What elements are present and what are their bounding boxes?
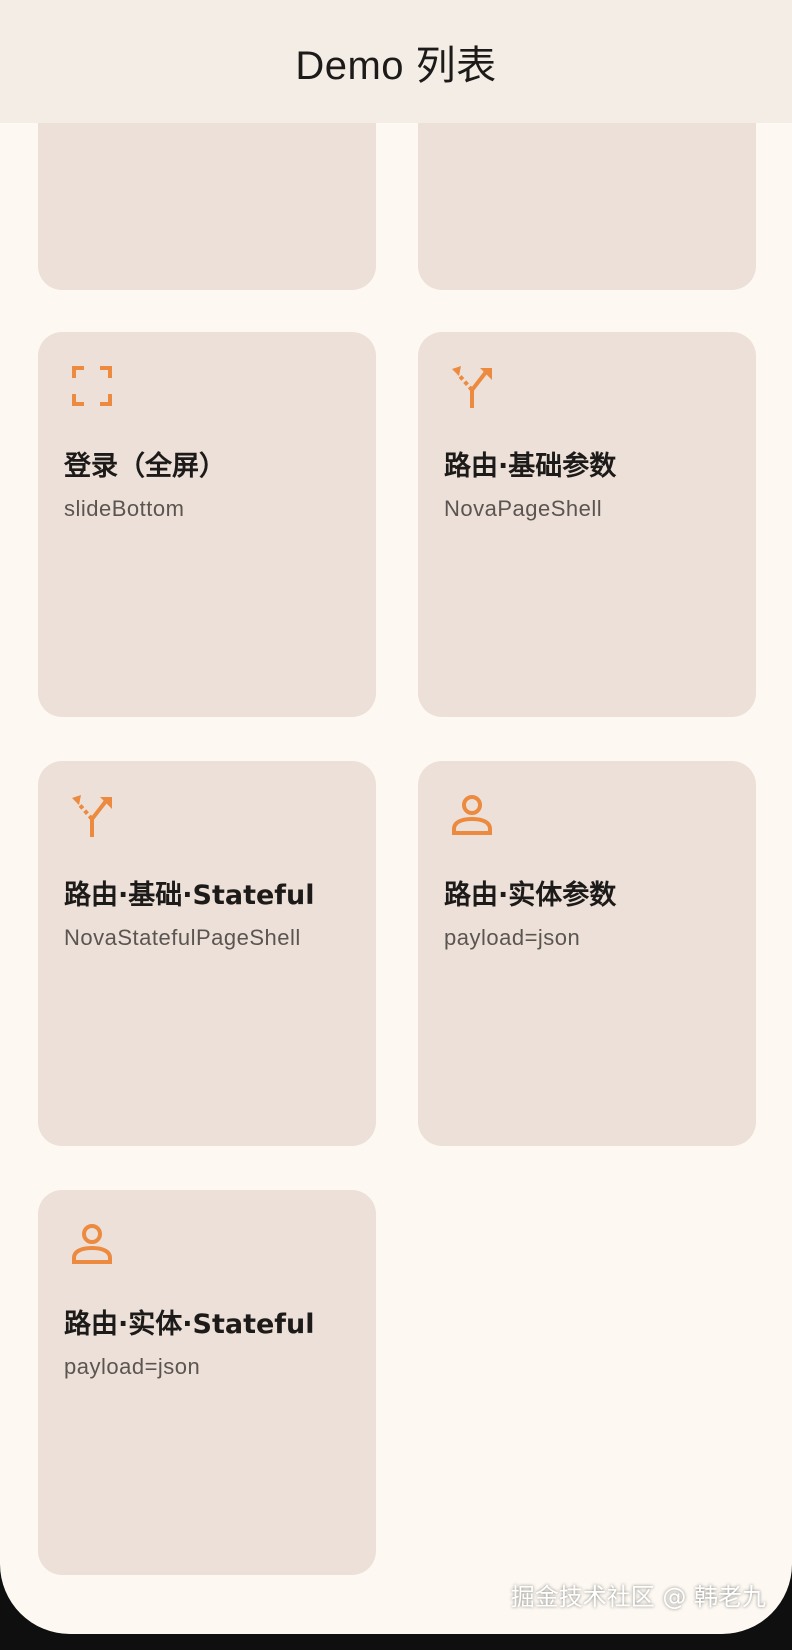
demo-card-route-basic[interactable]: 路由·基础参数 NovaPageShell	[418, 332, 756, 717]
card-subtitle: NovaStatefulPageShell	[64, 925, 301, 950]
demo-card-route-entity[interactable]: 路由·实体参数 payload=json	[418, 761, 756, 1146]
person-icon	[452, 795, 492, 835]
watermark: 掘金技术社区 @ 韩老九	[510, 1583, 766, 1611]
card-subtitle: payload=json	[64, 1354, 201, 1379]
screen: Demo 列表 登录（全屏） slideBottom 路由·基础参数 NovaP…	[0, 0, 792, 1634]
page-title: Demo 列表	[295, 43, 497, 88]
person-icon	[72, 1224, 112, 1264]
card-subtitle: NovaPageShell	[444, 496, 603, 521]
card-subtitle: slideBottom	[64, 496, 185, 521]
card-title: 登录（全屏）	[64, 451, 226, 482]
demo-card-route-entity-stateful[interactable]: 路由·实体·Stateful payload=json	[38, 1190, 376, 1575]
card-title: 路由·基础·Stateful	[64, 880, 315, 911]
fullscreen-icon	[72, 366, 112, 406]
demo-card-login-fullscreen[interactable]: 登录（全屏） slideBottom	[38, 332, 376, 717]
card-title: 路由·实体参数	[444, 880, 617, 911]
app-bar: Demo 列表	[0, 0, 792, 123]
fork-icon	[72, 795, 112, 837]
card-title: 路由·基础参数	[444, 451, 617, 482]
demo-card-route-basic-stateful[interactable]: 路由·基础·Stateful NovaStatefulPageShell	[38, 761, 376, 1146]
fork-icon	[452, 366, 492, 408]
card-subtitle: payload=json	[444, 925, 581, 950]
card-title: 路由·实体·Stateful	[64, 1309, 315, 1340]
